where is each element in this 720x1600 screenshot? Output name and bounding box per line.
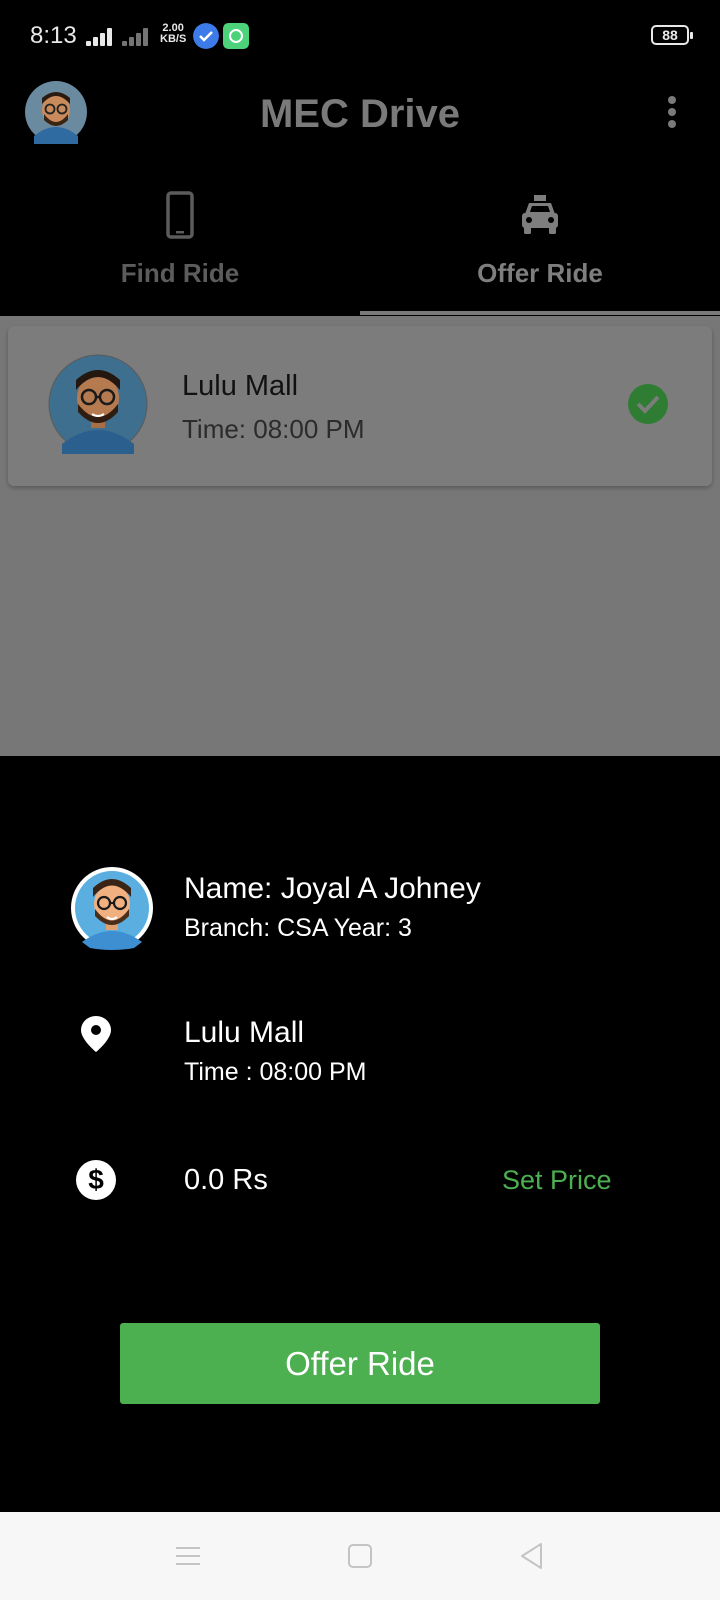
app-toolbar: MEC Drive xyxy=(0,72,720,172)
tab-find-ride[interactable]: Find Ride xyxy=(0,172,360,316)
profile-avatar xyxy=(71,867,153,950)
set-price-button[interactable]: Set Price xyxy=(502,1165,612,1196)
signal-x-icon xyxy=(122,26,152,46)
ride-card[interactable]: Lulu Mall Time: 08:00 PM xyxy=(8,326,712,486)
dollar-icon: $ xyxy=(76,1160,116,1200)
menu-icon[interactable] xyxy=(170,1538,206,1574)
status-bar: 8:13 2.00 KB/S 88 xyxy=(0,0,720,72)
tab-label: Find Ride xyxy=(120,258,240,288)
chat-app-icon xyxy=(223,23,249,49)
back-icon[interactable] xyxy=(514,1538,550,1574)
more-vert-icon[interactable] xyxy=(660,94,684,130)
app-title: MEC Drive xyxy=(259,92,461,136)
ride-time: Time: 08:00 PM xyxy=(182,414,365,444)
tab-offer-ride[interactable]: Offer Ride xyxy=(360,172,720,316)
network-speed: 2.00 KB/S xyxy=(160,22,187,45)
departure-time: Time : 08:00 PM xyxy=(184,1058,367,1086)
check-circle-icon xyxy=(628,384,668,424)
battery-icon: 88 xyxy=(651,25,693,45)
home-icon[interactable] xyxy=(342,1538,378,1574)
driver-branch-year: Branch: CSA Year: 3 xyxy=(184,914,412,942)
price-value: 0.0 Rs xyxy=(184,1164,268,1196)
taxi-icon xyxy=(522,195,558,234)
tab-bar: Find Ride Offer Ride xyxy=(0,172,720,316)
ride-details-sheet: Name: Joyal A Johney Branch: CSA Year: 3… xyxy=(0,756,720,1512)
ride-place: Lulu Mall xyxy=(182,370,299,402)
location-pin-icon xyxy=(81,1016,111,1052)
check-app-icon xyxy=(193,23,219,49)
svg-text:$: $ xyxy=(88,1164,104,1195)
destination: Lulu Mall xyxy=(184,1016,305,1049)
phone-icon xyxy=(166,191,194,239)
tab-indicator xyxy=(360,311,720,315)
offer-ride-button[interactable]: Offer Ride xyxy=(120,1323,600,1404)
status-time: 8:13 xyxy=(30,22,77,49)
signal-icon xyxy=(86,26,116,46)
driver-name: Name: Joyal A Johney xyxy=(184,872,481,905)
ride-list: Lulu Mall Time: 08:00 PM xyxy=(0,316,720,756)
driver-avatar xyxy=(48,354,148,454)
tab-label: Offer Ride xyxy=(477,258,603,288)
system-nav-bar xyxy=(0,1512,720,1600)
